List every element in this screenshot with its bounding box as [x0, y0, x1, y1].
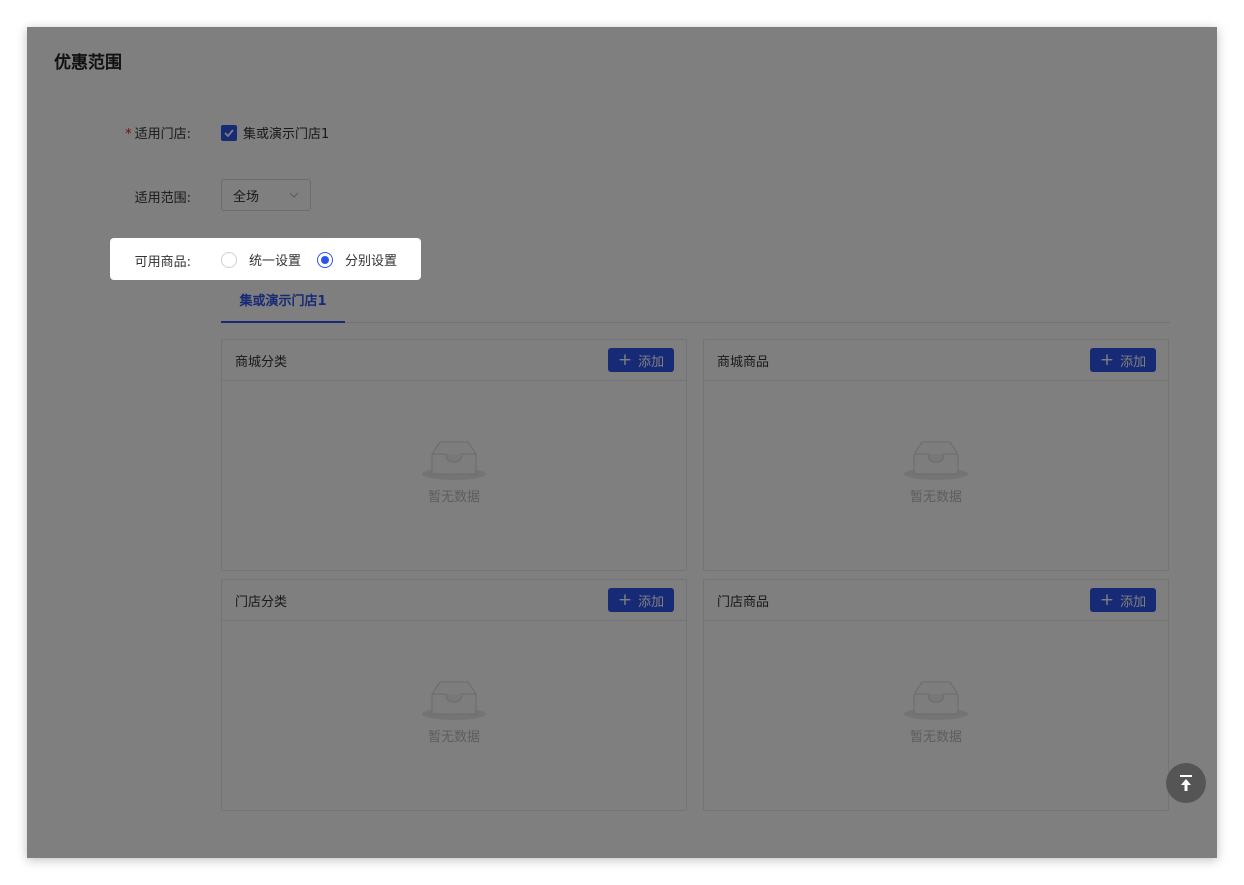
empty-box-icon [904, 681, 968, 720]
add-button[interactable]: + 添加 [1090, 588, 1156, 612]
add-button[interactable]: + 添加 [608, 348, 674, 372]
panel-title: 门店分类 [235, 594, 288, 610]
radio-circle[interactable] [221, 251, 237, 268]
plus-icon: + [617, 589, 633, 610]
scope-label: 适用范围: [134, 191, 191, 206]
empty-box-icon [422, 681, 486, 720]
goods-label: 可用商品: [134, 255, 191, 270]
required-mark: * [125, 127, 132, 142]
radio-unified[interactable]: 统一设置 [221, 250, 301, 269]
panel-title: 商城商品 [717, 354, 770, 370]
add-button[interactable]: + 添加 [1090, 348, 1156, 372]
panel-mall-category: 商城分类 + 添加 暂无数据 [221, 339, 687, 571]
radio-label: 统一设置 [249, 254, 302, 269]
panel-title: 商城分类 [235, 354, 288, 370]
panel-store-category: 门店分类 + 添加 暂无数据 [221, 579, 687, 811]
empty-text: 暂无数据 [909, 490, 962, 505]
back-to-top-button[interactable] [1166, 763, 1206, 803]
panel-store-goods: 门店商品 + 添加 暂无数据 [703, 579, 1169, 811]
store-checkbox-label: 集或演示门店1 [243, 127, 330, 142]
empty-box-icon [422, 441, 486, 480]
empty-state: 暂无数据 [704, 680, 1168, 745]
chevron-down-icon [288, 189, 300, 205]
stores-label: * 适用门店: [125, 127, 191, 142]
empty-text: 暂无数据 [427, 490, 480, 505]
store-checkbox-item[interactable]: 集或演示门店1 [221, 123, 329, 142]
plus-icon: + [617, 349, 633, 370]
empty-state: 暂无数据 [222, 440, 686, 505]
plus-icon: + [1099, 589, 1115, 610]
tab-store-1[interactable]: 集或演示门店1 [221, 291, 345, 323]
empty-box-icon [904, 441, 968, 480]
empty-text: 暂无数据 [909, 730, 962, 745]
check-icon[interactable] [221, 124, 237, 141]
panel-title: 门店商品 [717, 594, 770, 610]
empty-state: 暂无数据 [222, 680, 686, 745]
empty-text: 暂无数据 [427, 730, 480, 745]
plus-icon: + [1099, 349, 1115, 370]
page-container: 优惠范围 * 适用门店: 集或演示门店1 适用范围: 全场 集或演示门店1 商城分… [27, 27, 1217, 858]
section-title: 优惠范围 [54, 53, 122, 73]
arrow-up-icon [1180, 775, 1192, 791]
radio-separate[interactable]: 分别设置 [317, 250, 397, 269]
store-tabs: 集或演示门店1 [221, 291, 1170, 323]
add-button[interactable]: + 添加 [608, 588, 674, 612]
radio-dot [321, 255, 330, 264]
panel-mall-goods: 商城商品 + 添加 暂无数据 [703, 339, 1169, 571]
empty-state: 暂无数据 [704, 440, 1168, 505]
radio-label: 分别设置 [345, 254, 398, 269]
goods-radio-group: 统一设置 分别设置 [221, 250, 413, 269]
radio-circle[interactable] [317, 251, 334, 268]
scope-select[interactable]: 全场 [221, 179, 311, 211]
scope-select-value: 全场 [233, 189, 260, 205]
